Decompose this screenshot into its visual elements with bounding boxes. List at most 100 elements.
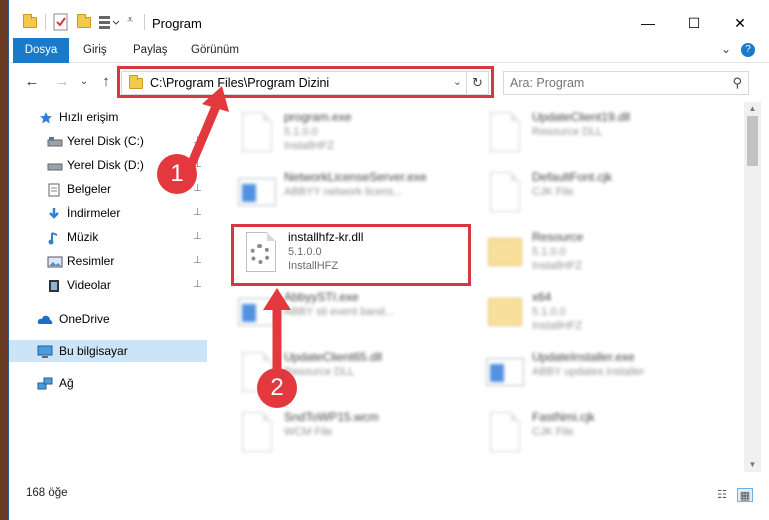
scroll-down-icon[interactable]: ▼ — [744, 458, 761, 472]
file-version: 5.1.0.0 — [284, 126, 318, 138]
app-icon — [484, 350, 526, 396]
sidebar-item-local-disk-c[interactable]: Yerel Disk (C:) ⊥ — [9, 130, 207, 152]
download-icon — [47, 206, 61, 220]
search-input[interactable] — [510, 75, 720, 91]
step-badge-1: 1 — [157, 154, 197, 194]
network-icon — [37, 376, 53, 390]
file-description: CJK File — [532, 426, 574, 438]
sidebar-item-label: Belgeler — [67, 182, 112, 196]
sidebar-item-this-pc[interactable]: Bu bilgisayar — [9, 340, 207, 362]
sidebar-item-label: Videolar — [67, 278, 111, 292]
list-item[interactable]: NetworkLicenseServer.exe ABBYY network l… — [236, 166, 476, 224]
vertical-scrollbar[interactable]: ▲ ▼ — [744, 102, 761, 472]
sidebar-item-label: OneDrive — [59, 312, 110, 326]
app-icon — [236, 290, 278, 336]
pin-icon: ⊥ — [193, 231, 202, 242]
sidebar-item-network[interactable]: Ağ — [9, 372, 207, 394]
recent-locations-button[interactable]: ⌄ — [73, 71, 95, 93]
step-badge-2: 2 — [257, 368, 297, 408]
file-description: ABBYY network licens... — [284, 186, 403, 198]
videos-icon — [47, 278, 61, 292]
file-name: x64 — [532, 290, 552, 304]
status-bar: 168 öğe ☷ ▦ — [9, 482, 769, 506]
customize-toolbar-icon[interactable]: ⩡ — [127, 14, 133, 27]
file-name: SndToWP15.wcm — [284, 410, 379, 424]
app-icon — [236, 170, 278, 216]
divider — [144, 14, 145, 30]
sidebar-item-label: İndirmeler — [67, 206, 121, 220]
scroll-thumb[interactable] — [747, 116, 758, 166]
sidebar-item-label: Yerel Disk (C:) — [67, 134, 144, 148]
minimize-button[interactable]: — — [625, 8, 671, 38]
file-version: 5.1.0.0 — [532, 246, 566, 258]
pin-icon: ⊥ — [193, 279, 202, 290]
file-name: AbbyySTI.exe — [284, 290, 359, 304]
drive-icon — [47, 134, 63, 148]
sidebar-item-music[interactable]: Müzik ⊥ — [9, 226, 207, 248]
cloud-icon — [37, 312, 53, 326]
close-button[interactable]: ✕ — [717, 8, 763, 38]
item-count: 168 öğe — [26, 487, 68, 499]
sidebar-item-label: Hızlı erişim — [59, 110, 119, 124]
up-button[interactable]: ↑ — [95, 71, 117, 93]
new-folder-icon[interactable] — [77, 14, 93, 30]
folder-icon — [484, 290, 526, 336]
view-options-icon[interactable] — [98, 14, 120, 30]
file-name: DefaultFont.cjk — [532, 170, 613, 184]
pictures-icon — [47, 254, 63, 268]
search-box[interactable]: ⚲ — [503, 71, 749, 95]
back-button[interactable]: ← — [21, 71, 43, 93]
search-icon: ⚲ — [732, 75, 742, 90]
documents-icon — [47, 182, 61, 197]
properties-icon[interactable] — [53, 13, 69, 31]
folder-icon — [484, 230, 526, 276]
sidebar-item-label: Yerel Disk (D:) — [67, 158, 144, 172]
details-view-button[interactable]: ☷ — [714, 488, 730, 502]
pin-icon: ⊥ — [193, 255, 202, 266]
list-item[interactable]: program.exe 5.1.0.0 InstallHFZ — [236, 106, 476, 164]
file-list: program.exe 5.1.0.0 InstallHFZ NetworkLi… — [214, 102, 744, 482]
list-item[interactable]: FastNmi.cjk CJK File — [484, 406, 724, 464]
divider — [45, 14, 46, 30]
file-description: WCM File — [284, 426, 333, 438]
highlight-box-file — [231, 224, 471, 286]
sidebar-item-onedrive[interactable]: OneDrive — [9, 308, 207, 330]
navigation-bar: ← → ⌄ ↑ C:\Program Files\Program Dizini … — [9, 63, 769, 101]
list-item[interactable]: UpdateClient19.dll Resource DLL — [484, 106, 724, 164]
file-description: InstallHFZ — [284, 140, 335, 152]
ribbon-tabs: Dosya Giriş Paylaş Görünüm ⌄ ? — [9, 38, 769, 63]
tab-home[interactable]: Giriş — [73, 38, 117, 63]
help-button[interactable]: ? — [741, 43, 755, 57]
list-item[interactable]: Resource 5.1.0.0 InstallHFZ — [484, 226, 724, 284]
tab-view[interactable]: Görünüm — [181, 38, 249, 63]
expand-ribbon-button[interactable]: ⌄ — [721, 42, 731, 56]
title-bar: ⩡ Program — ☐ ✕ — [9, 0, 769, 38]
pin-icon: ⊥ — [193, 207, 202, 218]
forward-button[interactable]: → — [51, 71, 73, 93]
sidebar-item-label: Resimler — [67, 254, 115, 268]
computer-icon — [37, 344, 53, 358]
file-version: 5.1.0.0 — [532, 306, 566, 318]
tab-share[interactable]: Paylaş — [123, 38, 178, 63]
sidebar-item-quick-access[interactable]: Hızlı erişim — [9, 106, 207, 128]
list-item[interactable]: SndToWP15.wcm WCM File — [236, 406, 476, 464]
sidebar-item-downloads[interactable]: İndirmeler ⊥ — [9, 202, 207, 224]
list-item[interactable]: DefaultFont.cjk CJK File — [484, 166, 724, 224]
sidebar-item-pictures[interactable]: Resimler ⊥ — [9, 250, 207, 272]
file-name: UpdateInstaller.exe — [532, 350, 635, 364]
file-description: InstallHFZ — [532, 260, 583, 272]
file-icon — [236, 410, 278, 456]
scroll-up-icon[interactable]: ▲ — [744, 102, 761, 116]
file-description: InstallHFZ — [532, 320, 583, 332]
file-icon — [484, 410, 526, 456]
tab-file[interactable]: Dosya — [13, 38, 69, 63]
list-item[interactable]: UpdateInstaller.exe ABBY updates install… — [484, 346, 724, 404]
folder-icon[interactable] — [23, 14, 39, 30]
file-name: program.exe — [284, 110, 352, 124]
file-icon — [484, 170, 526, 216]
tiles-view-button[interactable]: ▦ — [737, 488, 753, 502]
list-item[interactable]: x64 5.1.0.0 InstallHFZ — [484, 286, 724, 344]
maximize-button[interactable]: ☐ — [671, 8, 717, 38]
sidebar-item-videos[interactable]: Videolar ⊥ — [9, 274, 207, 296]
list-item[interactable]: AbbyySTI.exe ABBY sti event band... — [236, 286, 476, 344]
